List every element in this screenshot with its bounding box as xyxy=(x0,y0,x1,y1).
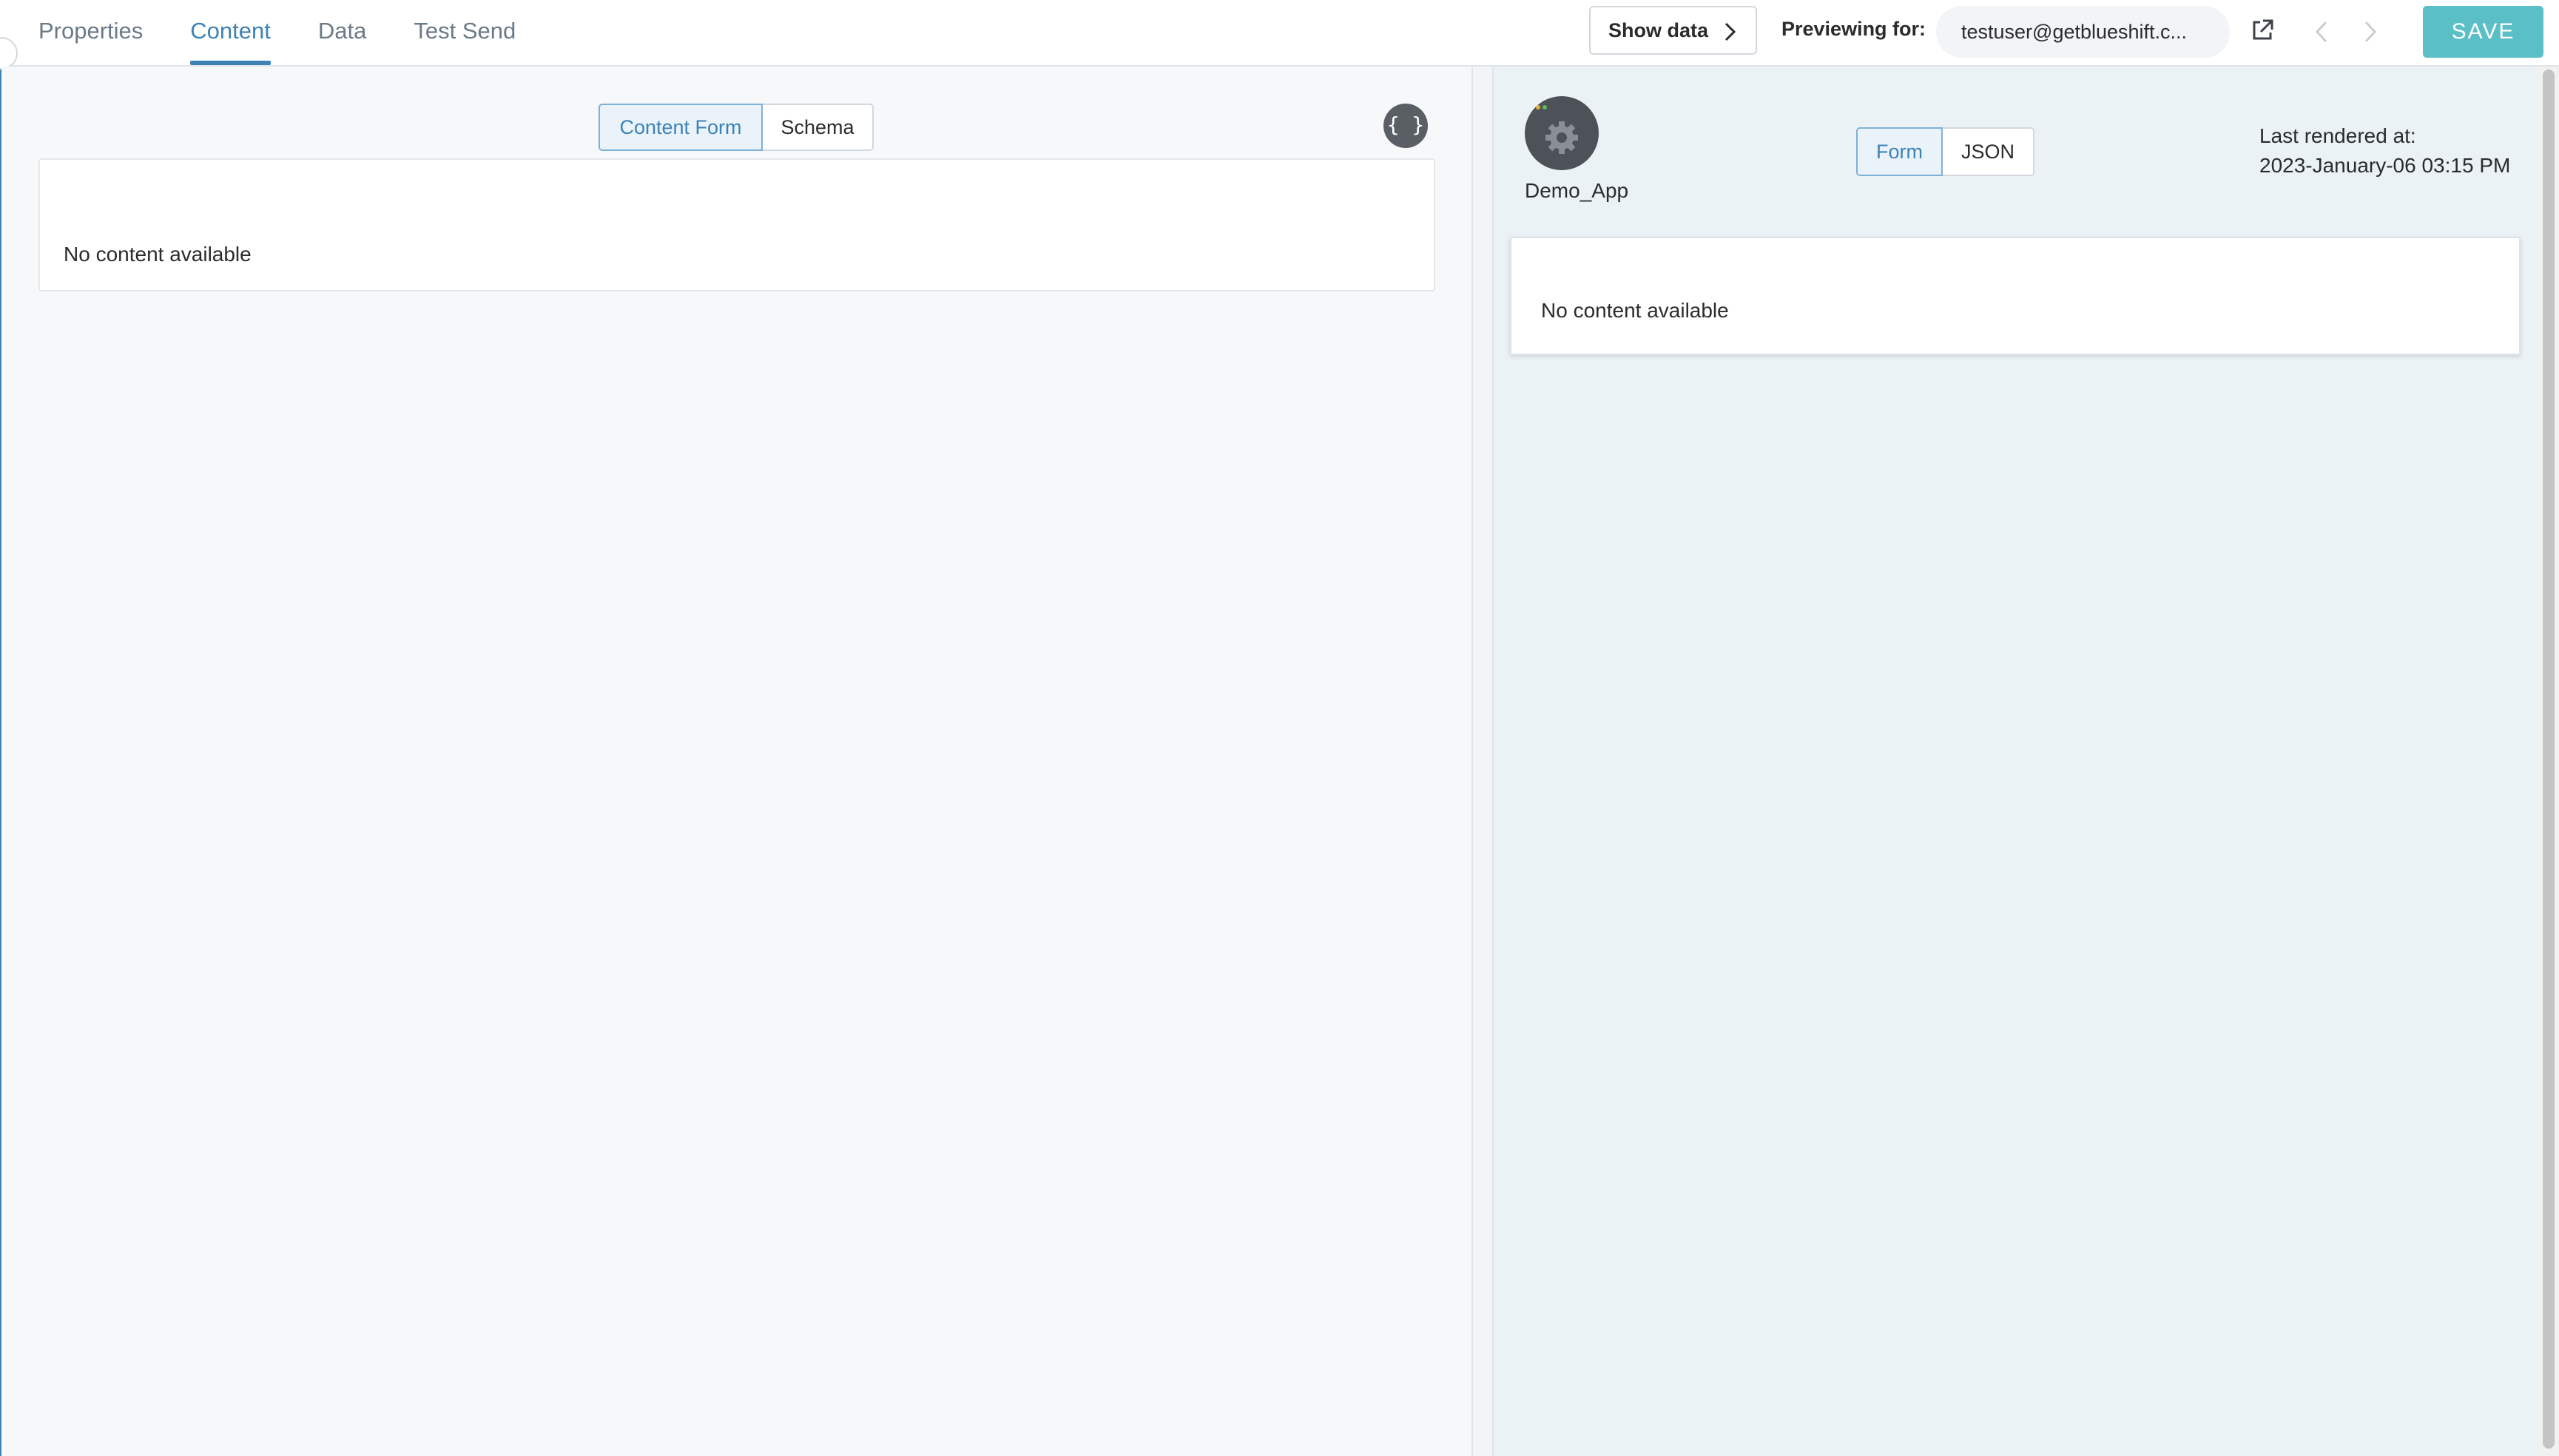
code-braces-icon[interactable]: { } xyxy=(1383,104,1428,148)
preview-user-select[interactable]: testuser@getblueshift.c... xyxy=(1936,6,2230,58)
show-data-label: Show data xyxy=(1608,18,1709,41)
preview-card: No content available xyxy=(1510,237,2521,355)
gear-icon xyxy=(1545,121,1578,154)
previewing-for-label: Previewing for: xyxy=(1781,18,1926,40)
last-rendered-timestamp: 2023-January-06 03:15 PM xyxy=(2259,154,2511,177)
preview-mode-switch: Form JSON xyxy=(1856,127,2034,176)
external-link-icon[interactable] xyxy=(2250,18,2275,43)
editor-mode-switch: Content Form Schema xyxy=(599,104,874,151)
chevron-right-icon xyxy=(1724,22,1736,41)
chevron-left-icon[interactable] xyxy=(2313,19,2330,44)
last-rendered-label: Last rendered at: xyxy=(2259,124,2416,147)
empty-content-message: No content available xyxy=(64,243,252,266)
pane-divider[interactable] xyxy=(1471,67,1494,1456)
top-bar: Properties Content Data Test Send Show d… xyxy=(0,0,2559,67)
tab-properties[interactable]: Properties xyxy=(38,0,143,65)
preview-pane: Demo_App Form JSON Last rendered at: 202… xyxy=(1494,67,2538,1456)
save-button[interactable]: SAVE xyxy=(2423,6,2543,58)
show-data-button[interactable]: Show data xyxy=(1589,6,1757,55)
tab-data[interactable]: Data xyxy=(318,0,366,65)
app-name: Demo_App xyxy=(1525,179,1629,202)
form-tab[interactable]: Form xyxy=(1856,127,1943,176)
tab-bar: Properties Content Data Test Send xyxy=(38,0,563,65)
schema-tab[interactable]: Schema xyxy=(763,104,874,151)
empty-preview-message: No content available xyxy=(1541,299,1729,322)
scrollbar-thumb[interactable] xyxy=(2543,70,2555,1449)
content-editor-pane: Content Form Schema { } No content avail… xyxy=(1,67,1471,1456)
app-icon xyxy=(1525,96,1599,170)
chevron-right-icon[interactable] xyxy=(2361,19,2379,44)
tab-content[interactable]: Content xyxy=(190,0,271,65)
json-tab[interactable]: JSON xyxy=(1943,127,2034,176)
content-form-tab[interactable]: Content Form xyxy=(599,104,763,151)
content-form-card: No content available xyxy=(38,158,1435,291)
tab-test-send[interactable]: Test Send xyxy=(414,0,516,65)
